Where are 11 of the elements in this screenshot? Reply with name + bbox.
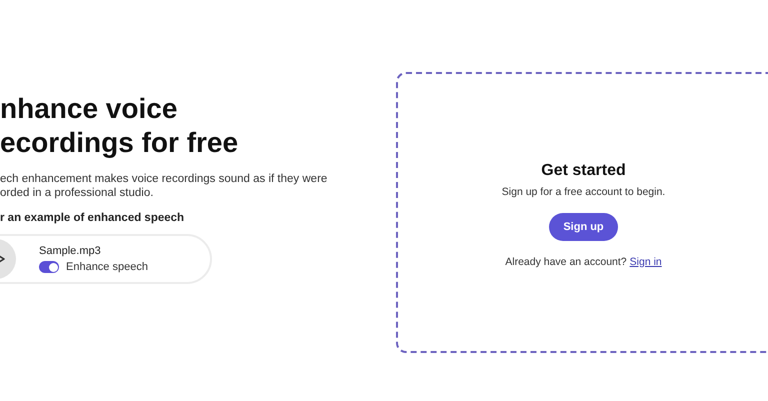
panel-subtitle: Sign up for a free account to begin. [502, 186, 666, 198]
headline: nhance voice ecordings for free [0, 92, 238, 160]
enhance-toggle[interactable] [39, 261, 59, 273]
panel-title: Get started [541, 162, 626, 180]
file-name: Sample.mp3 [39, 245, 102, 257]
sign-in-prompt: Already have an account? [505, 256, 627, 268]
example-label: r an example of enhanced speech [0, 212, 184, 224]
sign-in-link[interactable]: Sign in [630, 256, 662, 268]
description: ech enhancement makes voice recordings sound as if they were orded in a professional studio. [0, 172, 328, 200]
sign-up-button[interactable]: Sign up [549, 212, 618, 240]
toggle-label: Enhance speech [66, 261, 148, 273]
